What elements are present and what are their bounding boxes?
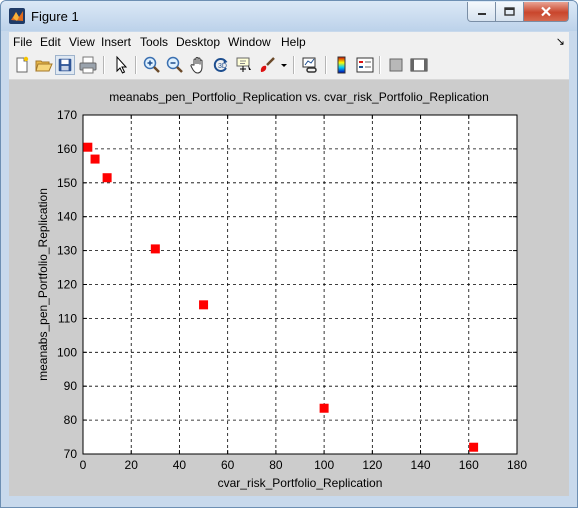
- toolbar-separator: [135, 56, 137, 74]
- x-tick-label: 60: [221, 458, 235, 472]
- window-bottom-border: [1, 497, 577, 507]
- new-figure-icon[interactable]: [12, 55, 32, 75]
- x-tick-label: 160: [459, 458, 479, 472]
- y-tick-label: 170: [57, 108, 77, 122]
- window-title: Figure 1: [31, 9, 79, 24]
- x-tick-label: 40: [173, 458, 187, 472]
- scatter-point[interactable]: [319, 403, 329, 413]
- menu-help[interactable]: Help: [281, 35, 306, 49]
- brush-dropdown-icon[interactable]: [279, 55, 289, 75]
- toolbar-separator: [103, 56, 105, 74]
- minimize-icon: [477, 12, 486, 15]
- toolbar-separator: [293, 56, 295, 74]
- insert-colorbar-icon[interactable]: [332, 55, 352, 75]
- x-axis-label: cvar_risk_Portfolio_Replication: [218, 476, 383, 490]
- x-tick-label: 20: [125, 458, 139, 472]
- y-tick-label: 140: [57, 210, 77, 224]
- close-button[interactable]: [523, 2, 569, 22]
- scatter-point[interactable]: [199, 300, 209, 310]
- title-bar[interactable]: Figure 1: [1, 1, 577, 31]
- x-tick-label: 140: [411, 458, 431, 472]
- close-icon: [541, 6, 551, 17]
- x-tick-label: 0: [80, 458, 87, 472]
- scatter-point[interactable]: [102, 173, 112, 183]
- menu-tools[interactable]: Tools: [140, 35, 168, 49]
- insert-legend-icon[interactable]: [355, 55, 375, 75]
- menu-view[interactable]: View: [69, 35, 95, 49]
- y-tick-label: 70: [64, 447, 78, 461]
- menu-insert[interactable]: Insert: [101, 35, 131, 49]
- menu-desktop[interactable]: Desktop: [176, 35, 220, 49]
- print-figure-icon[interactable]: [78, 55, 98, 75]
- y-axis-label: meanabs_pen_Portfolio_Replication: [36, 188, 50, 381]
- x-tick-label: 120: [362, 458, 382, 472]
- figure-toolbar: 3D: [9, 52, 569, 80]
- link-plot-icon[interactable]: [300, 55, 320, 75]
- chart-title: meanabs_pen_Portfolio_Replication vs. cv…: [109, 90, 489, 104]
- scatter-point[interactable]: [90, 154, 100, 164]
- menu-window[interactable]: Window: [228, 35, 271, 49]
- x-tick-label: 80: [269, 458, 283, 472]
- brush-icon[interactable]: [257, 55, 277, 75]
- rotate-3d-icon[interactable]: 3D: [211, 55, 231, 75]
- dock-arrow-icon[interactable]: ↘: [556, 35, 565, 48]
- menu-file[interactable]: File: [13, 35, 32, 49]
- zoom-out-icon[interactable]: [165, 55, 185, 75]
- y-tick-label: 80: [64, 413, 78, 427]
- save-figure-icon[interactable]: [55, 55, 75, 75]
- figure-window: Figure 1 File Edit View Insert Tools Des…: [0, 0, 578, 508]
- scatter-chart[interactable]: meanabs_pen_Portfolio_Replication vs. cv…: [9, 80, 569, 496]
- scatter-point[interactable]: [469, 442, 479, 452]
- y-tick-label: 160: [57, 142, 77, 156]
- y-tick-label: 120: [57, 278, 77, 292]
- y-tick-label: 100: [57, 345, 77, 359]
- minimize-button[interactable]: [467, 2, 496, 22]
- show-plot-tools-icon[interactable]: [409, 55, 429, 75]
- menu-bar: File Edit View Insert Tools Desktop Wind…: [9, 32, 569, 52]
- data-cursor-icon[interactable]: [234, 55, 254, 75]
- y-tick-label: 130: [57, 244, 77, 258]
- scatter-point[interactable]: [150, 244, 160, 254]
- maximize-button[interactable]: [495, 2, 524, 22]
- toolbar-separator: [325, 56, 327, 74]
- pan-icon[interactable]: [188, 55, 208, 75]
- x-tick-label: 180: [507, 458, 527, 472]
- hide-plot-tools-icon[interactable]: [386, 55, 406, 75]
- x-tick-label: 100: [314, 458, 334, 472]
- svg-text:3D: 3D: [218, 63, 227, 70]
- y-tick-label: 150: [57, 176, 77, 190]
- zoom-in-icon[interactable]: [142, 55, 162, 75]
- toolbar-separator: [379, 56, 381, 74]
- scatter-point[interactable]: [83, 142, 93, 152]
- open-file-icon[interactable]: [34, 55, 54, 75]
- figure-canvas[interactable]: meanabs_pen_Portfolio_Replication vs. cv…: [9, 80, 569, 496]
- menu-edit[interactable]: Edit: [40, 35, 61, 49]
- y-tick-label: 90: [64, 379, 78, 393]
- maximize-icon: [504, 7, 515, 16]
- matlab-logo-icon: [9, 8, 25, 24]
- edit-plot-icon[interactable]: [111, 55, 131, 75]
- y-tick-label: 110: [58, 311, 77, 325]
